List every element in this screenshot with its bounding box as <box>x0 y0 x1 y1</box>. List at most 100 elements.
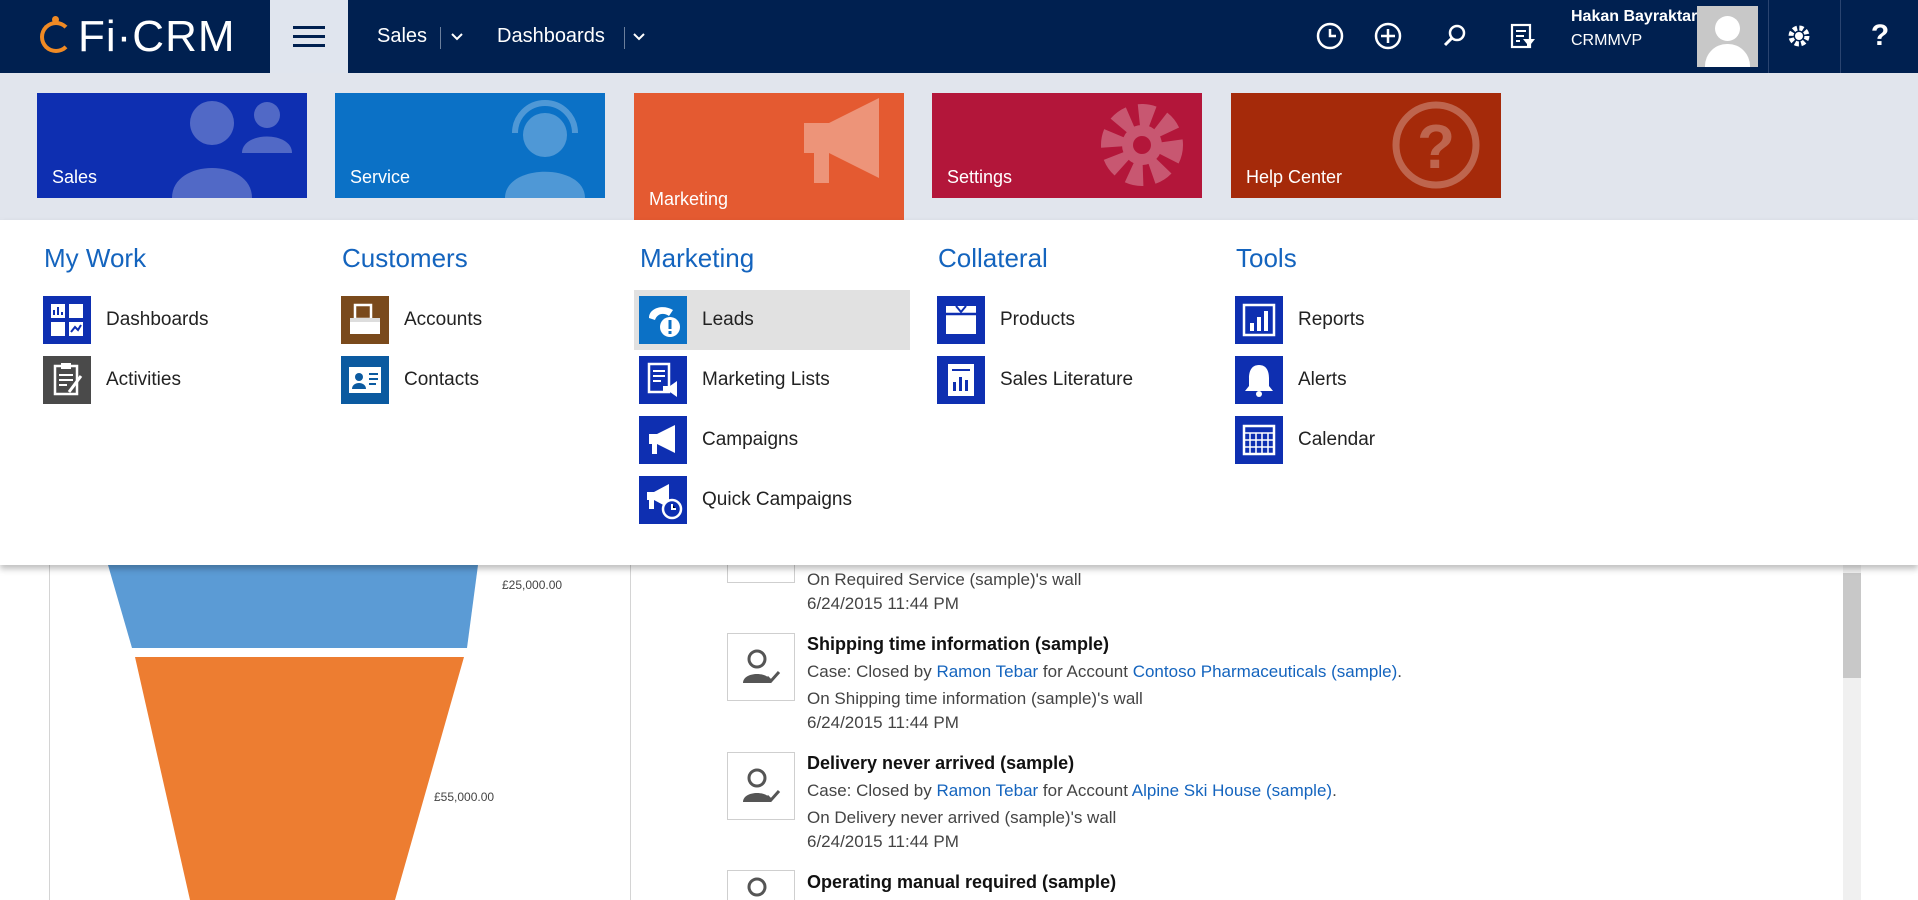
leads-phone-alert-icon <box>639 296 687 344</box>
menu-item-sales-literature[interactable]: Sales Literature <box>932 350 1208 410</box>
tile-sales[interactable]: Sales <box>37 93 307 198</box>
tile-label: Settings <box>947 167 1013 187</box>
feed-post-title[interactable]: Shipping time information (sample) <box>807 634 1109 655</box>
menu-item-reports[interactable]: Reports <box>1230 290 1506 350</box>
menu-item-label: Alerts <box>1298 369 1347 390</box>
account-link[interactable]: Contoso Pharmaceuticals (sample) <box>1133 662 1398 681</box>
svg-text:?: ? <box>1417 113 1455 182</box>
logo-text: Fi·CRM <box>78 11 236 61</box>
menu-item-label: Leads <box>702 309 754 330</box>
case-closed-icon <box>727 752 795 820</box>
tile-marketing[interactable]: Marketing <box>634 93 904 220</box>
tile-label: Marketing <box>649 189 729 209</box>
menu-item-label: Activities <box>106 369 181 390</box>
tile-label: Help Center <box>1246 167 1343 187</box>
nav-dashboards-chevron-down-icon[interactable] <box>632 0 646 73</box>
feed-wall-text: On Shipping time information (sample)'s … <box>807 689 1143 708</box>
menu-item-accounts[interactable]: Accounts <box>336 290 612 350</box>
menu-item-label: Accounts <box>404 309 483 330</box>
menu-item-quick-campaigns[interactable]: Quick Campaigns <box>634 470 910 530</box>
user-name[interactable]: Hakan Bayraktar <box>1571 8 1697 26</box>
menu-item-activities[interactable]: Activities <box>38 350 314 410</box>
hamburger-menu-button[interactable] <box>270 0 348 73</box>
tile-settings[interactable]: Settings <box>932 93 1202 198</box>
nav-dashboards[interactable]: Dashboards <box>497 0 605 73</box>
tile-help-center[interactable]: ? Help Center <box>1231 93 1501 198</box>
feed-wall-text: On Required Service (sample)'s wall <box>807 570 1082 589</box>
app-logo[interactable]: Fi·CRM <box>0 0 270 73</box>
gear-icon <box>1101 104 1183 186</box>
alerts-bell-icon <box>1235 356 1283 404</box>
menu-item-label: Dashboards <box>106 309 209 330</box>
feed-timestamp: 6/24/2015 11:44 PM <box>807 713 959 732</box>
menu-item-leads[interactable]: Leads <box>634 290 910 350</box>
menu-heading-marketing: Marketing <box>640 243 755 273</box>
tile-label: Service <box>350 167 411 187</box>
people-icon <box>172 101 292 198</box>
funnel-value-label: £25,000.00 <box>502 578 563 592</box>
contact-card-icon <box>341 356 389 404</box>
clipboard-activities-icon <box>43 356 91 404</box>
feed-post-description: Case: Closed by Ramon Tebar for Account … <box>807 781 1337 800</box>
settings-gear-icon[interactable] <box>1781 18 1817 54</box>
menu-item-label: Sales Literature <box>1000 369 1134 390</box>
menu-item-products[interactable]: Products <box>932 290 1208 350</box>
feed-timestamp: 6/24/2015 11:44 PM <box>807 594 959 613</box>
tile-service[interactable]: Service <box>335 93 605 198</box>
menu-item-dashboards[interactable]: Dashboards <box>38 290 314 350</box>
search-icon[interactable] <box>1437 18 1473 54</box>
menu-item-alerts[interactable]: Alerts <box>1230 350 1506 410</box>
user-link[interactable]: Ramon Tebar <box>936 662 1038 681</box>
menu-item-marketing-lists[interactable]: Marketing Lists <box>634 350 910 410</box>
recent-history-clock-icon[interactable] <box>1312 18 1348 54</box>
nav-sales-chevron-down-icon[interactable] <box>450 0 464 73</box>
menu-item-label: Products <box>1000 309 1075 330</box>
feed-item-icon <box>727 565 795 583</box>
case-closed-icon <box>727 870 795 900</box>
menu-item-campaigns[interactable]: Campaigns <box>634 410 910 470</box>
advanced-find-filter-icon[interactable] <box>1505 18 1541 54</box>
help-circle-icon: ? <box>1392 101 1480 189</box>
case-closed-icon <box>727 633 795 701</box>
menu-item-contacts[interactable]: Contacts <box>336 350 612 410</box>
campaign-megaphone-icon <box>639 416 687 464</box>
headset-agent-icon <box>505 100 585 198</box>
feed-wall-text: On Delivery never arrived (sample)'s wal… <box>807 808 1117 827</box>
feed-post-title[interactable]: Operating manual required (sample) <box>807 872 1116 893</box>
feed-scrollbar-thumb[interactable] <box>1843 573 1861 678</box>
help-question-icon[interactable]: ? <box>1862 18 1898 54</box>
account-link[interactable]: Alpine Ski House (sample) <box>1132 781 1332 800</box>
menu-item-label: Calendar <box>1298 429 1376 450</box>
accounts-folder-icon <box>341 296 389 344</box>
tile-label: Sales <box>52 167 98 187</box>
funnel-value-label: £55,000.00 <box>434 790 495 804</box>
sales-pipeline-funnel <box>108 565 478 900</box>
top-navigation-bar: Fi·CRM Sales Dashboards Hakan Bayraktar … <box>0 0 1918 73</box>
menu-heading-tools: Tools <box>1236 243 1297 273</box>
menu-item-label: Marketing Lists <box>702 369 830 390</box>
user-organization[interactable]: CRMMVP <box>1571 32 1642 50</box>
marketing-list-icon <box>639 356 687 404</box>
menu-item-calendar[interactable]: Calendar <box>1230 410 1506 470</box>
menu-heading-customers: Customers <box>342 243 468 273</box>
calendar-icon <box>1235 416 1283 464</box>
create-new-plus-icon[interactable] <box>1370 18 1406 54</box>
menu-item-label: Quick Campaigns <box>702 489 852 510</box>
funnel-segment-bottom[interactable] <box>135 657 464 900</box>
menu-item-label: Reports <box>1298 309 1365 330</box>
menu-heading-my-work: My Work <box>44 243 147 273</box>
feed-post-description: Case: Closed by Ramon Tebar for Account … <box>807 662 1402 681</box>
nav-sales[interactable]: Sales <box>377 0 427 73</box>
logo-mark-icon <box>38 15 72 59</box>
user-link[interactable]: Ramon Tebar <box>936 781 1038 800</box>
product-box-icon <box>937 296 985 344</box>
sales-literature-document-icon <box>937 356 985 404</box>
megaphone-icon <box>804 98 879 183</box>
menu-heading-collateral: Collateral <box>938 243 1048 273</box>
user-avatar[interactable] <box>1697 6 1758 67</box>
funnel-segment-top[interactable] <box>108 565 478 648</box>
feed-post-title[interactable]: Delivery never arrived (sample) <box>807 753 1074 774</box>
menu-item-label: Campaigns <box>702 429 799 450</box>
area-tiles-band: Sales Service Marketing Settings ? Help … <box>0 73 1918 220</box>
reports-chart-icon <box>1235 296 1283 344</box>
